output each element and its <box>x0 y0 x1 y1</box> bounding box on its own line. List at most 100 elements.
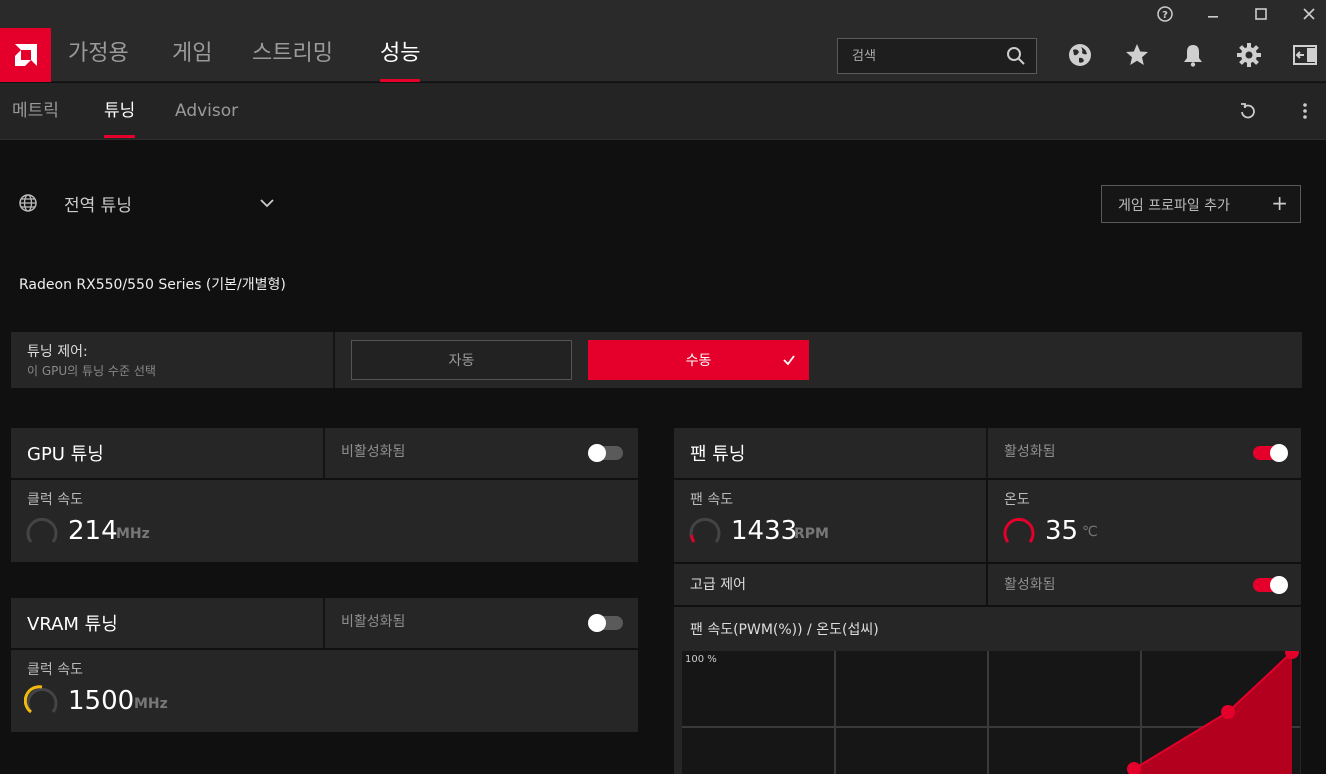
fan-speed-gauge <box>689 517 721 543</box>
toggle-knob <box>1270 444 1288 462</box>
nav-tab-streaming[interactable]: 스트리밍 <box>252 28 333 82</box>
help-icon: ? <box>1157 6 1173 22</box>
vram-clock-value: 1500 <box>68 686 135 716</box>
fan-speed-panel: 팬 속도 1433 RPM <box>674 480 986 562</box>
search-input[interactable] <box>852 47 1002 65</box>
fan-curve-point[interactable] <box>1221 705 1235 719</box>
vram-tuning-header: VRAM 튜닝 비활성화됨 <box>11 598 638 648</box>
gpu-clock-gauge <box>26 517 58 543</box>
minimize-button[interactable] <box>1193 0 1233 28</box>
nav-tab-performance[interactable]: 성능 <box>380 28 421 82</box>
amd-logo[interactable] <box>0 28 51 82</box>
tuning-control-row: 튜닝 제어: 이 GPU의 튜닝 수준 선택 자동 수동 <box>11 332 1302 388</box>
gpu-tuning-header: GPU 튜닝 비활성화됨 <box>11 428 638 478</box>
svg-text:?: ? <box>1162 10 1168 21</box>
maximize-button[interactable] <box>1241 0 1281 28</box>
advanced-control-state: 활성화됨 <box>1004 577 1056 593</box>
fan-curve-y-top-label: 100 % <box>685 654 717 665</box>
top-navigation: 가정용 게임 스트리밍 성능 <box>0 28 1326 82</box>
vram-tuning-state: 비활성화됨 <box>341 614 406 630</box>
fan-curve-chart[interactable]: 100 % <box>682 651 1300 774</box>
search-box[interactable] <box>837 38 1037 74</box>
nav-tab-home[interactable]: 가정용 <box>68 28 129 82</box>
temperature-unit: ℃ <box>1082 524 1098 540</box>
sub-tab-metrics[interactable]: 메트릭 <box>12 83 59 140</box>
favorites-button[interactable] <box>1123 41 1151 69</box>
manual-tuning-button[interactable]: 수동 <box>588 340 809 380</box>
sub-tab-advisor[interactable]: Advisor <box>175 83 238 140</box>
plus-icon: + <box>1271 191 1288 215</box>
close-button[interactable] <box>1289 0 1326 28</box>
add-game-profile-button[interactable]: 게임 프로파일 추가 + <box>1101 185 1301 223</box>
reset-icon <box>1241 103 1255 119</box>
chevron-down-icon[interactable] <box>258 194 276 212</box>
vram-clock-panel: 클럭 속도 1500 MHz <box>11 650 638 732</box>
check-icon <box>783 355 795 366</box>
sub-navigation: 메트릭 튜닝 Advisor <box>0 83 1326 140</box>
bell-icon <box>1184 45 1202 67</box>
reset-button[interactable] <box>1236 99 1260 123</box>
gpu-tuning-state: 비활성화됨 <box>341 444 406 460</box>
gpu-clock-panel: 클럭 속도 214 MHz <box>11 480 638 562</box>
tuning-control-title: 튜닝 제어: <box>27 344 88 360</box>
auto-tuning-label: 자동 <box>448 353 475 369</box>
globe-icon <box>1069 44 1091 66</box>
fan-curve-plot[interactable]: 100 % <box>682 651 1300 774</box>
manual-tuning-label: 수동 <box>685 353 712 369</box>
fan-curve-point[interactable] <box>1127 762 1141 774</box>
temperature-value: 35 <box>1045 516 1079 546</box>
gpu-tuning-toggle[interactable] <box>588 444 623 462</box>
search-icon[interactable] <box>1006 46 1026 70</box>
fan-curve-title: 팬 속도(PWM(%)) / 온도(섭씨) <box>690 622 879 638</box>
vram-tuning-title: VRAM 튜닝 <box>27 614 118 635</box>
star-icon <box>1126 44 1148 65</box>
auto-tuning-button[interactable]: 자동 <box>351 340 572 380</box>
divider <box>323 428 325 478</box>
advanced-control-label: 고급 제어 <box>690 577 746 593</box>
divider <box>986 428 988 478</box>
gpu-clock-unit: MHz <box>116 526 150 542</box>
fan-tuning-title: 팬 튜닝 <box>690 444 746 465</box>
gear-icon <box>1237 43 1261 67</box>
advanced-control-row: 고급 제어 <box>674 564 986 605</box>
advanced-control-state-row: 활성화됨 <box>988 564 1301 605</box>
settings-button[interactable] <box>1235 41 1263 69</box>
fan-tuning-header: 팬 튜닝 활성화됨 <box>674 428 1301 478</box>
tuning-control-subtitle: 이 GPU의 튜닝 수준 선택 <box>27 364 156 378</box>
profile-label: 전역 튜닝 <box>64 195 132 216</box>
gpu-name: Radeon RX550/550 Series (기본/개별형) <box>19 277 286 293</box>
temperature-panel: 온도 35 ℃ <box>988 480 1301 562</box>
profile-selector[interactable]: 전역 튜닝 <box>18 188 274 218</box>
divider <box>323 598 325 648</box>
gpu-clock-label: 클럭 속도 <box>27 492 83 508</box>
help-button[interactable]: ? <box>1145 0 1185 28</box>
add-game-profile-label: 게임 프로파일 추가 <box>1118 198 1230 214</box>
toggle-knob <box>588 614 606 632</box>
temperature-gauge <box>1003 517 1035 543</box>
fan-tuning-state: 활성화됨 <box>1004 444 1056 460</box>
vram-clock-unit: MHz <box>134 696 168 712</box>
vram-tuning-toggle[interactable] <box>588 614 623 632</box>
vram-clock-gauge <box>24 685 58 714</box>
more-vertical-icon <box>1303 103 1307 119</box>
sidebar-icon <box>1293 45 1317 65</box>
gpu-clock-value: 214 <box>68 516 118 546</box>
vram-clock-label: 클럭 속도 <box>27 662 83 678</box>
toggle-knob <box>588 444 606 462</box>
notifications-button[interactable] <box>1179 41 1207 69</box>
title-bar: ? <box>0 0 1326 28</box>
sidebar-button[interactable] <box>1291 41 1319 69</box>
gpu-tuning-title: GPU 튜닝 <box>27 444 104 465</box>
sub-tab-tuning[interactable]: 튜닝 <box>104 83 136 140</box>
fan-tuning-toggle[interactable] <box>1253 444 1288 462</box>
globe-button[interactable] <box>1066 41 1094 69</box>
globe-outline-icon <box>19 194 37 212</box>
fan-speed-value: 1433 <box>731 516 798 546</box>
temperature-label: 온도 <box>1004 492 1030 508</box>
more-options-button[interactable] <box>1293 99 1317 123</box>
nav-tab-gaming[interactable]: 게임 <box>172 28 212 82</box>
fan-speed-unit: RPM <box>794 526 829 542</box>
toggle-knob <box>1270 576 1288 594</box>
maximize-icon <box>1255 8 1267 20</box>
advanced-control-toggle[interactable] <box>1253 576 1288 594</box>
